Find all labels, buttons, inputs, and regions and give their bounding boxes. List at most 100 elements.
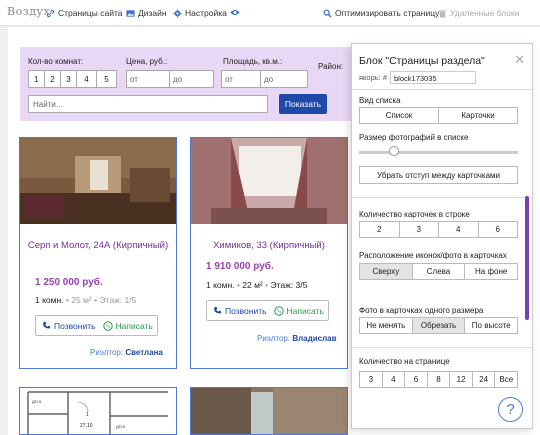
block-settings-panel: Блок "Страницы раздела" ✕ якорь: # block… — [351, 43, 533, 429]
per-row-selector: 2 3 4 6 — [359, 221, 518, 238]
design-button[interactable]: Дизайн — [126, 8, 167, 18]
anchor-label: якорь: # — [359, 73, 388, 82]
listing-area: 22 м² — [242, 280, 263, 290]
contact-actions: Позвонить Написать — [206, 300, 329, 321]
help-button[interactable]: ? — [498, 397, 523, 422]
eye-icon — [230, 10, 240, 15]
area-label: Площадь, кв.м.: — [223, 57, 283, 66]
photo-size-slider-track[interactable] — [359, 151, 518, 154]
photo-size-label: Размер фотографий в списке — [359, 133, 469, 142]
divider — [352, 347, 532, 348]
close-icon[interactable]: ✕ — [514, 52, 525, 68]
optimize-page-label: Оптимизировать страницу — [335, 8, 440, 18]
room-option[interactable]: 2 — [44, 70, 61, 88]
search-filter: Кол-во комнат: 1 2 3 4 5 Цена, руб.: от … — [20, 47, 360, 121]
icon-position-top[interactable]: Сверху — [360, 264, 413, 279]
icon-position-background[interactable]: На фоне — [465, 264, 518, 279]
settings-label: Настройка — [185, 8, 227, 18]
realtor-label: Риэлтор: — [90, 348, 124, 357]
same-size-crop[interactable]: Обрезать — [412, 318, 466, 333]
price-to-input[interactable]: до — [169, 70, 214, 88]
call-button[interactable]: Позвонить — [36, 321, 97, 331]
listing-rooms: 1 комн. — [35, 295, 64, 305]
room-option[interactable]: 1 — [28, 70, 45, 88]
per-page-option[interactable]: 8 — [427, 372, 451, 387]
list-view-list[interactable]: Список — [360, 108, 439, 123]
site-pages-label: Страницы сайта — [58, 8, 123, 18]
per-row-option[interactable]: 2 — [360, 222, 400, 237]
per-page-option[interactable]: Все — [495, 372, 518, 387]
per-page-option[interactable]: 4 — [382, 372, 406, 387]
write-button[interactable]: Написать — [97, 321, 158, 331]
settings-button[interactable]: Настройка — [173, 8, 227, 18]
link-icon — [46, 9, 55, 17]
site-pages-button[interactable]: Страницы сайта — [46, 8, 123, 18]
optimize-page-button[interactable]: Оптимизировать страницу — [323, 8, 439, 18]
icon-position-left[interactable]: Слева — [412, 264, 466, 279]
deleted-blocks-label: Удаленные блоки — [450, 8, 520, 18]
room-option[interactable]: 4 — [76, 70, 97, 88]
per-page-option[interactable]: 3 — [360, 372, 383, 387]
listing-card[interactable]: Серп и Молот, 24А (Кирпичный) 1 250 000 … — [19, 137, 177, 369]
listing-title[interactable]: Химиков, 33 (Кирпичный) — [191, 238, 347, 253]
listing-card[interactable]: 1 27,10 ДП-9 ДП-9 — [19, 387, 177, 435]
area-from-input[interactable]: от — [221, 70, 261, 88]
listing-price: 1 250 000 руб. — [35, 277, 103, 288]
floorplan-label: ДП-9 — [116, 424, 126, 429]
listing-info: 1 комн. • 22 м² • Этаж: 3/5 — [206, 280, 308, 290]
district-label: Район: — [318, 62, 344, 71]
photo-size-slider-handle[interactable] — [388, 146, 399, 156]
search-input[interactable]: Найти... — [28, 95, 268, 113]
list-view-cards[interactable]: Карточки — [439, 108, 517, 123]
call-label: Позвонить — [54, 320, 96, 331]
listing-card[interactable]: Химиков, 33 (Кирпичный) 1 910 000 руб. 1… — [190, 137, 348, 369]
realtor-name[interactable]: Светлана — [125, 348, 163, 357]
floorplan-label: 1 — [86, 412, 89, 418]
listing-info: 1 комн. • 25 м² • Этаж: 1/5 — [35, 295, 137, 305]
same-size-keep[interactable]: Не менять — [360, 318, 413, 333]
same-size-height[interactable]: По высоте — [465, 318, 518, 333]
panel-scrollbar[interactable] — [525, 196, 529, 320]
per-page-option[interactable]: 6 — [405, 372, 428, 387]
listing-price: 1 910 000 руб. — [206, 261, 274, 272]
floorplan-image: 1 27,10 ДП-9 ДП-9 — [20, 388, 176, 434]
per-row-option[interactable]: 4 — [439, 222, 479, 237]
per-page-option[interactable]: 12 — [450, 372, 473, 387]
design-label: Дизайн — [138, 8, 167, 18]
listing-title[interactable]: Серп и Молот, 24А (Кирпичный) — [20, 238, 176, 253]
per-page-label: Количество на странице — [359, 357, 450, 366]
same-size-label: Фото в карточках одного размера — [359, 306, 484, 315]
gear-icon — [173, 8, 182, 18]
divider — [352, 197, 532, 198]
image-icon — [126, 9, 135, 17]
whatsapp-icon — [273, 305, 284, 316]
call-label: Позвонить — [225, 305, 267, 316]
rooms-selector: 1 2 3 4 5 — [28, 70, 117, 88]
per-row-option[interactable]: 6 — [478, 222, 517, 237]
contact-actions: Позвонить Написать — [35, 315, 158, 336]
area-to-input[interactable]: до — [260, 70, 308, 88]
realtor-label: Риэлтор: — [257, 334, 291, 343]
top-toolbar: Воздух Страницы сайта Дизайн Настройка О… — [0, 0, 540, 26]
icon-position-label: Расположение иконок/фото в карточках — [359, 251, 507, 260]
list-view-label: Вид списка — [359, 96, 401, 105]
price-from-input[interactable]: от — [126, 70, 170, 88]
phone-icon — [214, 306, 222, 314]
write-button[interactable]: Написать — [268, 306, 329, 316]
preview-button[interactable] — [230, 8, 240, 17]
per-page-option[interactable]: 24 — [472, 372, 496, 387]
site-logo[interactable]: Воздух — [7, 5, 50, 18]
remove-gap-button[interactable]: Убрать отступ между карточками — [359, 166, 518, 184]
realtor-name[interactable]: Владислав — [292, 334, 336, 343]
divider — [352, 89, 532, 90]
deleted-blocks-button[interactable]: Удаленные блоки — [438, 8, 519, 18]
room-option[interactable]: 3 — [60, 70, 77, 88]
per-row-option[interactable]: 3 — [399, 222, 439, 237]
room-option[interactable]: 5 — [96, 70, 117, 88]
listing-card[interactable] — [190, 387, 348, 435]
listing-area: 25 м² — [71, 295, 92, 305]
show-results-button[interactable]: Показать — [279, 94, 327, 114]
call-button[interactable]: Позвонить — [207, 306, 268, 316]
whatsapp-icon — [102, 320, 113, 331]
anchor-input[interactable]: block173035 — [390, 71, 477, 84]
